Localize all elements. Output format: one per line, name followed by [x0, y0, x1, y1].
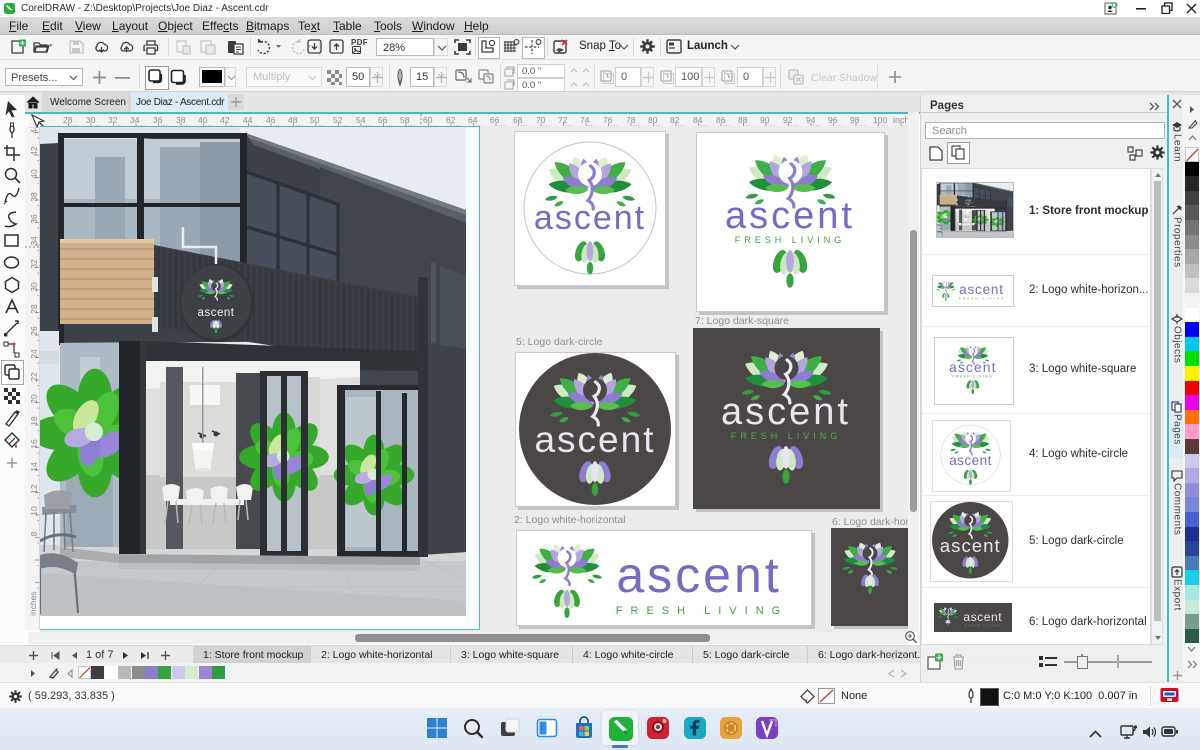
- svg-text:ascent: ascent: [963, 610, 1002, 624]
- svg-text:FRESH LIVING: FRESH LIVING: [735, 235, 846, 245]
- svg-text:ascent: ascent: [534, 199, 646, 237]
- svg-text:ascent: ascent: [721, 391, 851, 433]
- svg-text:ascent: ascent: [940, 535, 1001, 556]
- svg-text:ascent: ascent: [534, 419, 655, 460]
- svg-text:FRESH LIVING: FRESH LIVING: [731, 431, 842, 441]
- svg-text:FRESH LIVING: FRESH LIVING: [965, 624, 1001, 628]
- svg-text:ascent: ascent: [949, 453, 992, 468]
- svg-text:ascent: ascent: [959, 282, 1004, 297]
- svg-text:FRESH LIVING: FRESH LIVING: [959, 297, 1006, 301]
- svg-text:ascent: ascent: [616, 547, 781, 603]
- svg-text:ascent: ascent: [725, 195, 855, 237]
- svg-text:ascent: ascent: [949, 359, 997, 375]
- svg-text:FRESH LIVING: FRESH LIVING: [616, 605, 788, 617]
- svg-text:FRESH LIVING: FRESH LIVING: [953, 375, 994, 379]
